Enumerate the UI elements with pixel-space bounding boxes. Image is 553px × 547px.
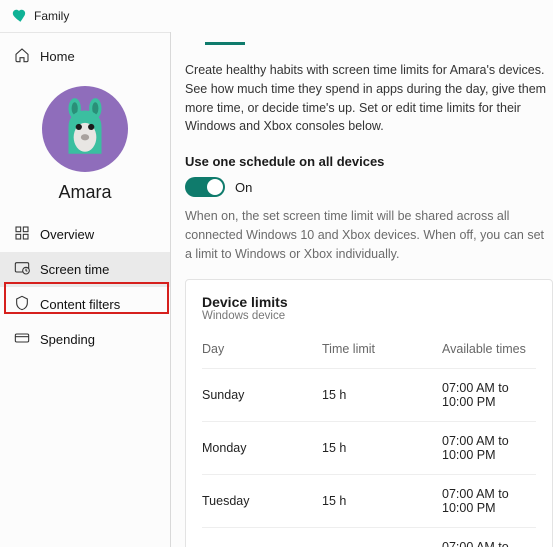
sidebar-item-label: Screen time: [40, 262, 109, 277]
schedule-label: Use one schedule on all devices: [185, 154, 553, 169]
tab-indicator: [205, 42, 245, 45]
screen-time-icon: [14, 260, 30, 279]
sidebar-item-overview[interactable]: Overview: [0, 217, 170, 252]
home-label: Home: [40, 49, 75, 64]
profile-block: Amara: [0, 86, 170, 203]
table-row[interactable]: Tuesday15 h07:00 AM to 10:00 PM: [202, 474, 536, 527]
cell-available: 07:00 AM to 10:00 PM: [442, 381, 536, 409]
card-subtitle: Windows device: [202, 310, 536, 322]
toggle-state-label: On: [235, 180, 252, 195]
sidebar-item-content-filters[interactable]: Content filters: [0, 287, 170, 322]
sidebar-item-label: Spending: [40, 332, 95, 347]
table-row[interactable]: Sunday15 h07:00 AM to 10:00 PM: [202, 368, 536, 421]
cell-available: 07:00 AM to 10:00 PM: [442, 540, 536, 547]
schedule-toggle[interactable]: [185, 177, 225, 197]
home-nav[interactable]: Home: [0, 39, 170, 74]
cell-limit: 15 h: [322, 494, 442, 508]
shield-icon: [14, 295, 30, 314]
cell-limit: 15 h: [322, 388, 442, 402]
cell-available: 07:00 AM to 10:00 PM: [442, 434, 536, 462]
app-title: Family: [34, 9, 69, 23]
person-name: Amara: [58, 182, 111, 203]
toggle-description: When on, the set screen time limit will …: [185, 207, 553, 263]
cell-day: Monday: [202, 441, 322, 455]
avatar: [42, 86, 128, 172]
table-header: Day Time limit Available times: [202, 336, 536, 368]
nav-list: Overview Screen time Content filters: [0, 217, 170, 357]
cell-day: Tuesday: [202, 494, 322, 508]
device-limits-card: Device limits Windows device Day Time li…: [185, 279, 553, 547]
table-row[interactable]: Wednesday15 h07:00 AM to 10:00 PM: [202, 527, 536, 547]
overview-icon: [14, 225, 30, 244]
home-icon: [14, 47, 30, 66]
card-title: Device limits: [202, 294, 536, 310]
table-row[interactable]: Monday15 h07:00 AM to 10:00 PM: [202, 421, 536, 474]
spending-icon: [14, 330, 30, 349]
sidebar-item-label: Overview: [40, 227, 94, 242]
main-content: Create healthy habits with screen time l…: [171, 32, 553, 547]
sidebar-item-spending[interactable]: Spending: [0, 322, 170, 357]
cell-limit: 15 h: [322, 441, 442, 455]
intro-text: Create healthy habits with screen time l…: [185, 61, 553, 136]
sidebar: Home Amara: [0, 32, 170, 357]
col-header-limit: Time limit: [322, 342, 442, 356]
sidebar-item-screen-time[interactable]: Screen time: [0, 252, 170, 287]
titlebar: Family: [0, 0, 553, 32]
cell-available: 07:00 AM to 10:00 PM: [442, 487, 536, 515]
col-header-day: Day: [202, 342, 322, 356]
cell-day: Sunday: [202, 388, 322, 402]
table-body: Sunday15 h07:00 AM to 10:00 PMMonday15 h…: [202, 368, 536, 547]
sidebar-item-label: Content filters: [40, 297, 120, 312]
col-header-available: Available times: [442, 342, 536, 356]
family-heart-icon: [10, 6, 28, 27]
